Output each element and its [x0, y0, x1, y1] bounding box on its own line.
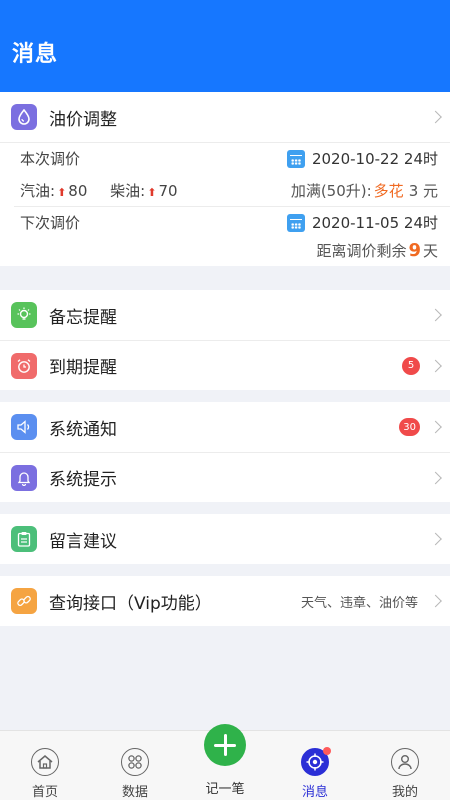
system-notice-row[interactable]: 系统通知 30	[0, 402, 450, 452]
tab-data-label: 数据	[121, 785, 148, 800]
tab-messages-label: 消息	[301, 785, 328, 800]
system-card: 系统通知 30 系统提示	[0, 402, 450, 502]
feedback-card: 留言建议	[0, 514, 450, 564]
fill-prefix: 加满(50升):	[290, 182, 372, 200]
chevron-right-icon	[429, 110, 442, 124]
fill-amount: 3 元	[408, 182, 438, 200]
link-icon	[11, 588, 37, 614]
app-header: 消息	[0, 0, 450, 100]
grid-icon	[121, 748, 149, 776]
chevron-right-icon	[429, 532, 442, 546]
fill-word: 多花	[373, 182, 404, 200]
next-adjust-label: 下次调价	[20, 214, 81, 232]
tab-home[interactable]: 首页	[0, 731, 90, 800]
oil-price-title: 油价调整	[49, 109, 117, 130]
lightbulb-icon	[11, 302, 37, 328]
remain-suffix: 天	[422, 242, 438, 260]
chevron-right-icon	[429, 420, 442, 434]
system-tip-row[interactable]: 系统提示	[0, 453, 450, 502]
user-icon	[391, 748, 419, 776]
page-title: 消息	[12, 42, 59, 67]
remain-days: 9	[408, 240, 421, 261]
current-date-text: 2020-10-22 24时	[311, 150, 438, 168]
expiry-reminder-row[interactable]: 到期提醒 5	[0, 341, 450, 390]
chevron-right-icon	[429, 308, 442, 322]
query-api-label: 查询接口（Vip功能）	[49, 593, 212, 614]
speaker-icon	[11, 414, 37, 440]
tab-home-label: 首页	[31, 785, 58, 800]
add-record-button[interactable]	[204, 724, 246, 766]
tab-messages[interactable]: 消息	[270, 731, 360, 800]
message-target-icon	[301, 747, 331, 776]
divider	[14, 206, 450, 207]
feedback-label: 留言建议	[49, 531, 117, 552]
fill-cost: 加满(50升): 多花 3 元	[291, 180, 438, 201]
alarm-clock-icon	[11, 352, 37, 379]
expiry-count-badge: 5	[402, 356, 420, 375]
tab-add-label: 记一笔	[205, 782, 245, 797]
calendar-icon	[286, 149, 305, 168]
bottom-tab-bar: 首页 数据 记一笔 消息 我的	[0, 724, 450, 800]
expiry-reminder-label: 到期提醒	[49, 358, 117, 378]
unread-dot	[323, 747, 331, 755]
diesel-label: 柴油:	[110, 182, 146, 200]
drop-icon	[11, 104, 37, 130]
tab-profile[interactable]: 我的	[360, 731, 450, 800]
next-adjust-date: 2020-11-05 24时	[286, 212, 438, 233]
bell-icon	[11, 464, 37, 491]
chevron-right-icon	[429, 471, 442, 484]
oil-price-card: 油价调整 本次调价 2020-10-22 24时 汽油: ⬆ 80 柴油: ⬆ 70 加…	[0, 92, 450, 266]
calendar-icon	[286, 213, 305, 232]
current-adjust-label: 本次调价	[20, 150, 81, 168]
diesel-value: 70	[158, 182, 178, 200]
arrow-up-icon: ⬆	[147, 186, 157, 199]
memo-reminder-label: 备忘提醒	[49, 307, 117, 328]
oil-price-row[interactable]: 油价调整	[0, 92, 450, 142]
query-api-hint: 天气、违章、油价等	[300, 595, 418, 611]
clipboard-icon	[11, 526, 37, 552]
arrow-up-icon: ⬆	[57, 186, 67, 199]
query-api-row[interactable]: 查询接口（Vip功能） 天气、违章、油价等	[0, 576, 450, 626]
divider	[0, 142, 450, 143]
reminders-card: 备忘提醒 到期提醒 5	[0, 290, 450, 390]
remain-prefix: 距离调价剩余	[316, 242, 407, 260]
tab-data[interactable]: 数据	[90, 731, 180, 800]
current-adjust-date: 2020-10-22 24时	[286, 148, 438, 169]
home-icon	[31, 748, 59, 776]
system-tip-label: 系统提示	[49, 470, 117, 490]
fuel-changes: 汽油: ⬆ 80 柴油: ⬆ 70	[20, 180, 178, 201]
chevron-right-icon	[429, 359, 442, 372]
query-card: 查询接口（Vip功能） 天气、违章、油价等	[0, 576, 450, 626]
tab-profile-label: 我的	[391, 785, 418, 800]
gasoline-value: 80	[68, 182, 88, 200]
feedback-row[interactable]: 留言建议	[0, 514, 450, 564]
gasoline-label: 汽油:	[20, 182, 56, 200]
notice-count-badge: 30	[399, 418, 420, 436]
system-notice-label: 系统通知	[49, 419, 117, 440]
days-remaining: 距离调价剩余 9 天	[316, 240, 438, 261]
chevron-right-icon	[429, 594, 442, 608]
next-date-text: 2020-11-05 24时	[311, 214, 438, 232]
memo-reminder-row[interactable]: 备忘提醒	[0, 290, 450, 340]
